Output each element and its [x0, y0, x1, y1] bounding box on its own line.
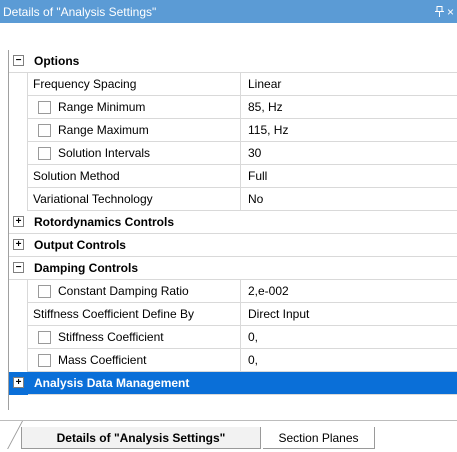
property-range-minimum[interactable]: Range Minimum 85, Hz — [9, 96, 457, 119]
property-value[interactable]: Direct Input — [248, 307, 309, 321]
property-value[interactable]: 85, Hz — [248, 100, 283, 114]
property-solution-intervals[interactable]: Solution Intervals 30 — [9, 142, 457, 165]
collapse-icon[interactable]: − — [13, 262, 24, 273]
property-label: Stiffness Coefficient — [58, 330, 164, 344]
property-mass-coefficient[interactable]: Mass Coefficient 0, — [9, 349, 457, 372]
property-label: Mass Coefficient — [58, 353, 147, 367]
property-label: Frequency Spacing — [33, 77, 137, 91]
parameter-checkbox[interactable] — [38, 354, 51, 367]
group-analysis-data-management[interactable]: + Analysis Data Management — [9, 372, 457, 395]
property-frequency-spacing[interactable]: Frequency Spacing Linear — [9, 73, 457, 96]
property-label: Range Maximum — [58, 123, 149, 137]
property-value[interactable]: 115, Hz — [248, 123, 288, 137]
property-value[interactable]: Full — [248, 169, 267, 183]
group-label: Options — [34, 54, 80, 68]
property-stiffness-coefficient-define-by[interactable]: Stiffness Coefficient Define By Direct I… — [9, 303, 457, 326]
expand-icon[interactable]: + — [13, 377, 24, 388]
property-variational-technology[interactable]: Variational Technology No — [9, 188, 457, 211]
collapse-icon[interactable]: − — [13, 55, 24, 66]
property-value[interactable]: 30 — [248, 146, 261, 160]
panel-title: Details of "Analysis Settings" — [3, 4, 157, 19]
property-label: Stiffness Coefficient Define By — [33, 307, 194, 321]
property-label: Variational Technology — [33, 192, 153, 206]
property-value[interactable]: 2,e-002 — [248, 284, 289, 298]
property-stiffness-coefficient[interactable]: Stiffness Coefficient 0, — [9, 326, 457, 349]
parameter-checkbox[interactable] — [38, 147, 51, 160]
group-options[interactable]: − Options — [9, 50, 457, 73]
property-solution-method[interactable]: Solution Method Full — [9, 165, 457, 188]
parameter-checkbox[interactable] — [38, 331, 51, 344]
group-label: Rotordynamics Controls — [34, 215, 175, 229]
group-output-controls[interactable]: + Output Controls — [9, 234, 457, 257]
group-label: Output Controls — [34, 238, 126, 252]
property-label: Solution Method — [33, 169, 120, 183]
details-panel-titlebar: Details of "Analysis Settings" × — [0, 0, 457, 23]
property-label: Constant Damping Ratio — [58, 284, 189, 298]
tab-details-analysis-settings[interactable]: Details of "Analysis Settings" — [0, 421, 261, 449]
group-rotordynamics-controls[interactable]: + Rotordynamics Controls — [9, 211, 457, 234]
group-label: Analysis Data Management — [34, 376, 190, 390]
property-value[interactable]: 0, — [248, 353, 258, 367]
expand-icon[interactable]: + — [13, 239, 24, 250]
properties-grid: − Options Frequency Spacing Linear Range… — [8, 50, 457, 410]
tab-label: Details of "Analysis Settings" — [56, 430, 226, 445]
tab-label: Section Planes — [278, 430, 359, 445]
property-range-maximum[interactable]: Range Maximum 115, Hz — [9, 119, 457, 142]
property-label: Solution Intervals — [58, 146, 151, 160]
parameter-checkbox[interactable] — [38, 101, 51, 114]
tab-section-planes[interactable]: Section Planes — [263, 427, 375, 449]
property-value[interactable]: Linear — [248, 77, 281, 91]
group-label: Damping Controls — [34, 261, 138, 275]
bottom-tab-strip: Details of "Analysis Settings" Section P… — [0, 420, 457, 452]
property-constant-damping-ratio[interactable]: Constant Damping Ratio 2,e-002 — [9, 280, 457, 303]
group-damping-controls[interactable]: − Damping Controls — [9, 257, 457, 280]
property-label: Range Minimum — [58, 100, 146, 114]
pin-icon[interactable] — [431, 0, 447, 23]
property-value[interactable]: No — [248, 192, 263, 206]
expand-icon[interactable]: + — [13, 216, 24, 227]
property-value[interactable]: 0, — [248, 330, 258, 344]
parameter-checkbox[interactable] — [38, 124, 51, 137]
parameter-checkbox[interactable] — [38, 285, 51, 298]
close-icon[interactable]: × — [447, 0, 457, 23]
